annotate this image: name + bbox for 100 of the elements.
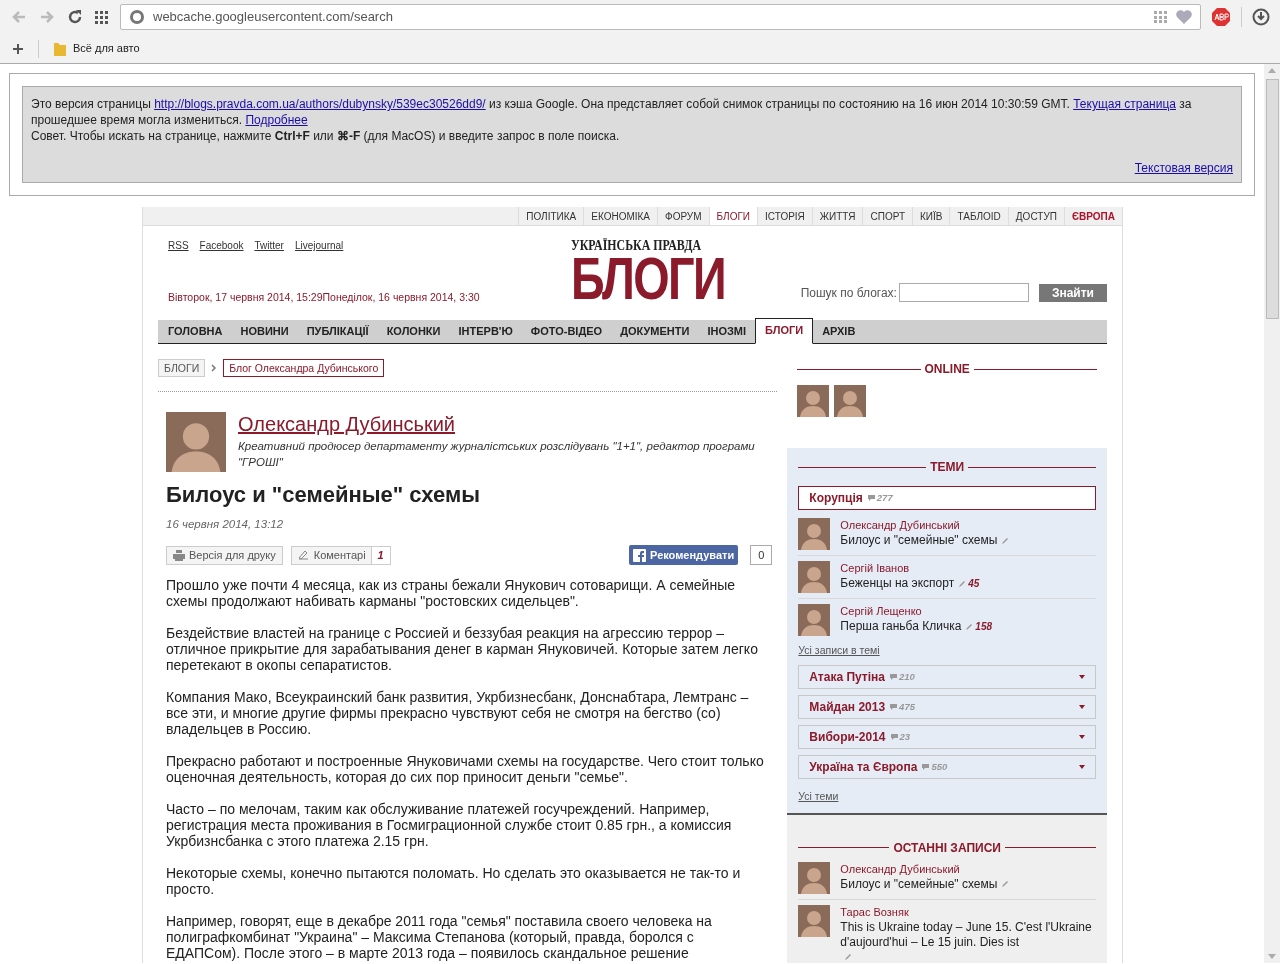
main-nav-tab[interactable]: ГОЛОВНА bbox=[159, 320, 232, 343]
post-author-link[interactable]: Олександр Дубинський bbox=[840, 518, 1010, 533]
comment-count: 277 bbox=[876, 490, 893, 505]
social-link[interactable]: Livejournal bbox=[294, 238, 344, 253]
article-paragraph: Часто – по мелочам, таким как обслуживание платежей госучреждений. Например, регистрация места проживания в Госмиграционной службе стоит 0.85 грн., а комиссия Укрбизнсбанка с этого платежа 2.15 грн. bbox=[166, 801, 733, 850]
main-nav-tab[interactable]: ДОКУМЕНТИ bbox=[611, 320, 699, 343]
scrollbar-thumb[interactable] bbox=[1265, 79, 1279, 319]
main-nav-tab[interactable]: КОЛОНКИ bbox=[377, 320, 450, 343]
text-version-link[interactable]: Текстовая версия bbox=[1134, 160, 1233, 176]
person-photo-placeholder bbox=[798, 604, 831, 636]
author-name-link[interactable]: Олександр Дубинський bbox=[238, 412, 778, 436]
article-paragraph: Прошло уже почти 4 месяца, как из страны бежали Янукович сотоварищи. А семейные схемы продолжают набивать карманы "ростовских сидельцев". bbox=[166, 577, 736, 610]
post-title-link[interactable]: Билоус и "семейные" схемы bbox=[840, 533, 998, 548]
person-photo-placeholder bbox=[798, 561, 831, 593]
social-link[interactable]: Facebook bbox=[199, 238, 244, 253]
comment-icon bbox=[889, 672, 898, 681]
social-link[interactable]: RSS bbox=[168, 238, 189, 253]
print-button[interactable]: Версія для друку bbox=[166, 545, 283, 565]
post-title-link[interactable]: Беженцы на экспорт bbox=[840, 576, 955, 591]
bookmark-item[interactable]: Всё для авто bbox=[53, 40, 140, 57]
breadcrumb-link[interactable]: БЛОГИ bbox=[158, 359, 206, 377]
person-photo-placeholder bbox=[834, 385, 867, 417]
folder-icon bbox=[53, 40, 67, 57]
caret-icon bbox=[1079, 734, 1085, 739]
article-paragraph: Например, говорят, еще в декабре 2011 года "семья" поставила своего человека на полиграфкомбинат "Украина" – Максима Степанова (который, правда, боролся с ЕДАПСом). После этого – в марте 2013 года – появилось скандальное решение bbox=[166, 913, 713, 962]
post-author-link[interactable]: Сергій Лещенко bbox=[840, 604, 993, 619]
adblock-icon[interactable] bbox=[1211, 7, 1231, 27]
reload-icon[interactable] bbox=[66, 8, 84, 26]
section-heading: ONLINE bbox=[924, 361, 970, 378]
social-link[interactable]: Twitter bbox=[254, 238, 284, 253]
all-topics-link[interactable]: Усі теми bbox=[798, 788, 1096, 805]
comment-count: 550 bbox=[931, 759, 948, 774]
main-nav-tab[interactable]: АРХІВ bbox=[813, 320, 865, 343]
comments-button[interactable]: Коментарі 1 bbox=[290, 545, 391, 565]
post-title-link[interactable]: This is Ukraine today – June 15. C'est l'Ukraine d'aujourd'hui – Le 15 juin. Dies ist bbox=[840, 919, 1096, 950]
topic-header[interactable]: Вибори-2014 23 bbox=[798, 724, 1096, 749]
address-bar[interactable]: webcache.googleusercontent.com/search bbox=[120, 4, 1201, 30]
comment-count: 45 bbox=[968, 578, 980, 589]
scroll-up-icon[interactable] bbox=[1268, 68, 1276, 73]
person-photo-placeholder bbox=[166, 412, 226, 472]
heart-icon[interactable] bbox=[1176, 10, 1192, 24]
main-nav-tab[interactable]: НОВИНИ bbox=[231, 320, 298, 343]
main-nav-tab[interactable]: ФОТО-ВІДЕО bbox=[521, 320, 612, 343]
section-heading: ТЕМИ bbox=[930, 459, 965, 476]
search-field[interactable] bbox=[898, 283, 1029, 302]
pencil-icon bbox=[297, 550, 309, 561]
section-tab[interactable]: БЛОГИ bbox=[708, 207, 758, 225]
post-author-link[interactable]: Тарас Возняк bbox=[840, 904, 1096, 920]
facebook-logo-icon bbox=[633, 548, 647, 562]
post-title-link[interactable]: Перша ганьба Кличка bbox=[840, 619, 962, 634]
comment-icon bbox=[921, 762, 931, 771]
apps-grid-icon[interactable] bbox=[94, 9, 110, 25]
date-text: Вівторок, 17 червня 2014, 15:29Понеділок, 16 червня 2014, 3:30 bbox=[167, 290, 481, 306]
article-paragraph: Некоторые схемы, конечно пытаются поломать. Но сделать это оказывается не так-то и просто. bbox=[166, 865, 742, 898]
all-posts-link[interactable]: Усі записи в темі bbox=[798, 643, 1096, 659]
person-photo-placeholder bbox=[797, 385, 830, 417]
grid-icon[interactable] bbox=[1154, 11, 1168, 23]
pencil-icon bbox=[1001, 536, 1010, 545]
comment-icon bbox=[866, 494, 876, 502]
main-nav-tab[interactable]: ІНТЕРВ'Ю bbox=[449, 320, 522, 343]
cache-link[interactable]: http://blogs.pravda.com.ua/authors/dubynsky/539ec30526dd9/ bbox=[154, 97, 486, 111]
main-nav-tab[interactable]: ПУБЛІКАЦІЇ bbox=[297, 320, 378, 343]
post-author-link[interactable]: Олександр Дубинський bbox=[840, 861, 1010, 877]
article-paragraph: Компания Мако, Всеукраинский банк развития, Укрбизнесбанк, Донснабтара, Лемтранс – все эти, и многие другие фирмы прекрасно чувствуют себя не смотря на бегство (со) владельцев в Россию. bbox=[166, 689, 750, 738]
section-heading: ОСТАННІ ЗАПИСИ bbox=[893, 839, 1001, 857]
article-paragraph: Бездействие властей на границе с Россией и беззубая реакция на агрессию террор – отличное прикрытие для зарабатывания денег в карман Януковичей. Которые затем легко перетекают в окопы сепаратистов. bbox=[166, 625, 759, 674]
search-button[interactable]: Знайти bbox=[1038, 284, 1107, 302]
topic-header[interactable]: Україна та Європа 550 bbox=[798, 754, 1096, 779]
comment-count: 475 bbox=[899, 699, 915, 714]
article-title: Билоус и "семейные" схемы bbox=[165, 482, 481, 508]
comment-count: 158 bbox=[975, 621, 993, 632]
cache-link[interactable]: Текущая страница bbox=[1073, 97, 1176, 111]
post-author-link[interactable]: Сергій Іванов bbox=[840, 561, 980, 576]
main-nav-tab[interactable]: ІНОЗМІ bbox=[698, 320, 756, 343]
scroll-down-icon[interactable] bbox=[1268, 954, 1276, 959]
url-text: webcache.googleusercontent.com/search bbox=[153, 8, 394, 27]
search-label: Пошук по блогах: bbox=[800, 285, 897, 302]
topic-header[interactable]: Майдан 2013 475 bbox=[798, 694, 1096, 719]
breadcrumb-link[interactable]: Блог Олександра Дубинського bbox=[223, 359, 385, 377]
pencil-icon bbox=[1001, 880, 1010, 889]
page-icon bbox=[129, 9, 145, 25]
like-count: 0 bbox=[750, 545, 773, 566]
download-icon[interactable] bbox=[1252, 8, 1270, 26]
topic-header[interactable]: Атака Путіна 210 bbox=[798, 664, 1096, 689]
pencil-icon bbox=[844, 953, 853, 962]
author-bio: Креативний продюсер департаменту журналістських розслідувань "1+1", редактор програми "ГРОШІ" bbox=[238, 439, 756, 470]
person-photo-placeholder bbox=[798, 518, 831, 550]
add-icon[interactable] bbox=[12, 42, 24, 55]
person-photo-placeholder bbox=[798, 904, 831, 937]
recommend-button[interactable]: Рекомендувати bbox=[629, 545, 739, 566]
post-title-link[interactable]: Билоус и "семейные" схемы bbox=[840, 876, 998, 892]
caret-icon bbox=[1079, 674, 1085, 679]
caret-icon bbox=[1079, 764, 1085, 769]
topic-header[interactable]: Корупція 277 bbox=[798, 486, 1096, 510]
main-nav-tab[interactable]: БЛОГИ bbox=[755, 318, 814, 344]
article-date: 16 червня 2014, 13:12 bbox=[165, 517, 285, 532]
comment-icon bbox=[889, 702, 899, 711]
chevron-icon bbox=[211, 364, 218, 372]
person-photo-placeholder bbox=[798, 861, 831, 894]
cache-link[interactable]: Подробнее bbox=[245, 113, 308, 127]
